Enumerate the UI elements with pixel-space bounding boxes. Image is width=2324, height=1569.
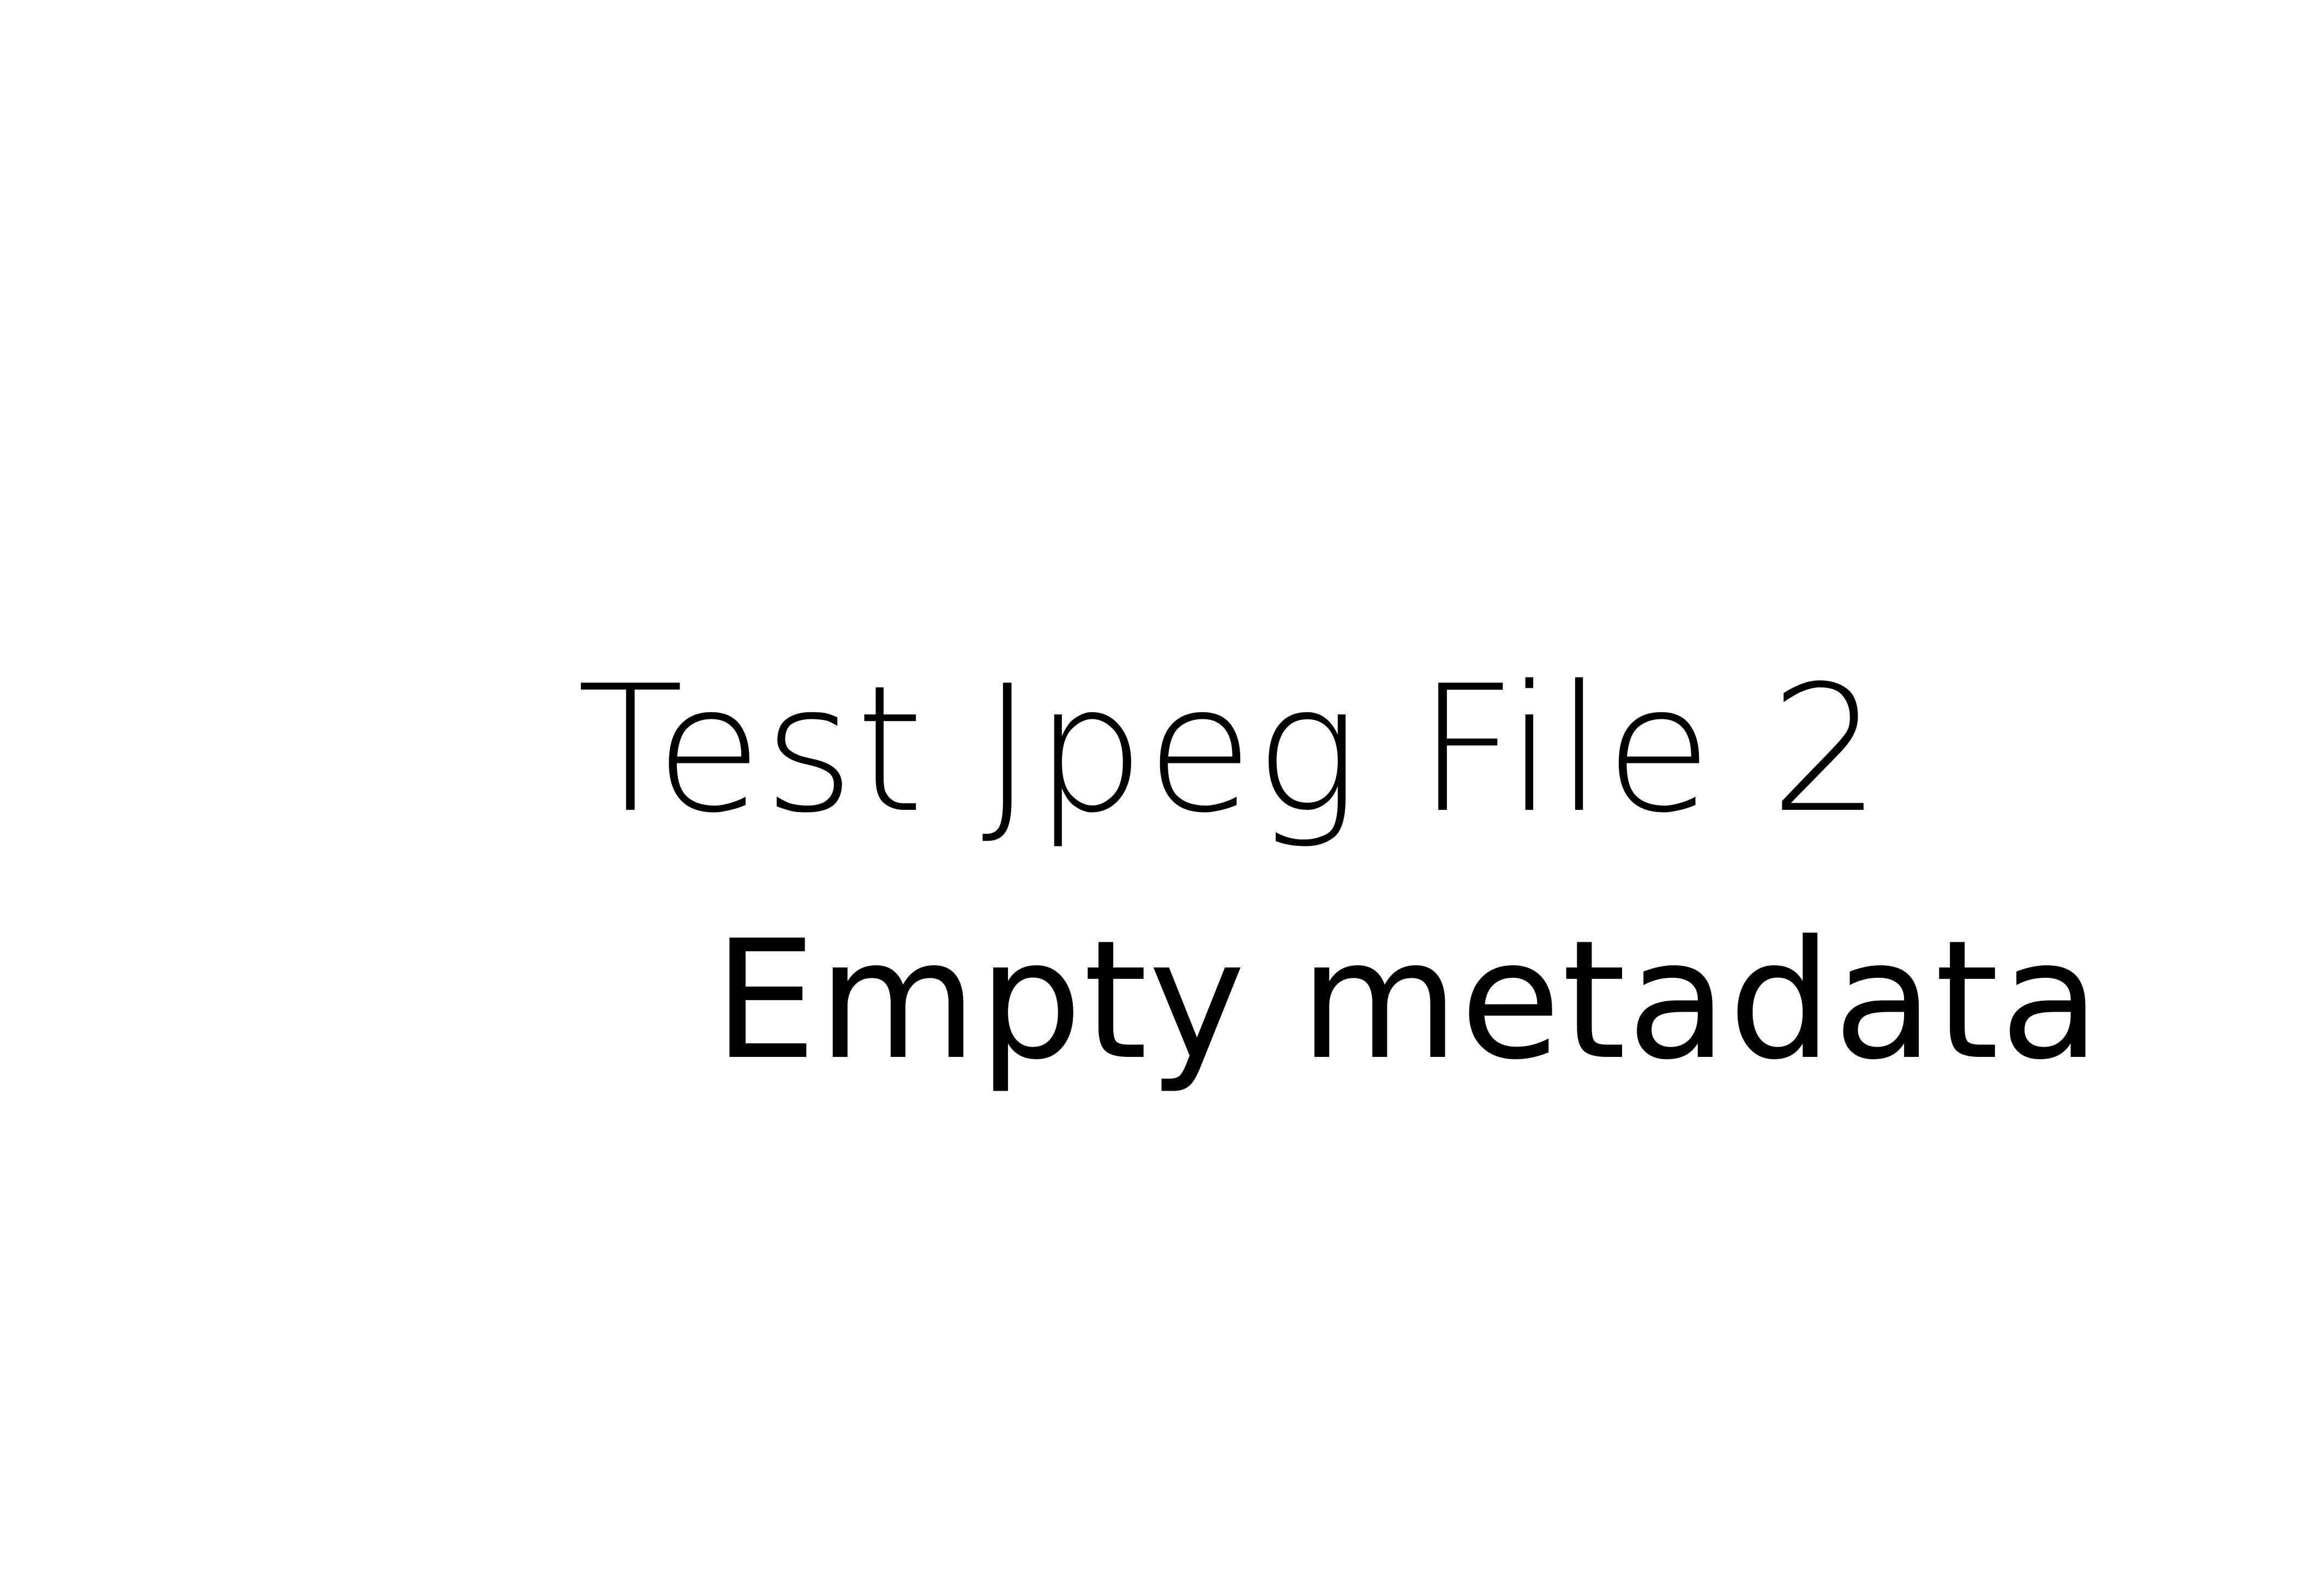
image-canvas: Test Jpeg File 2 Empty metadata bbox=[0, 0, 2324, 1569]
image-subtitle: Empty metadata bbox=[713, 905, 2101, 1096]
image-title: Test Jpeg File 2 bbox=[577, 648, 1882, 851]
